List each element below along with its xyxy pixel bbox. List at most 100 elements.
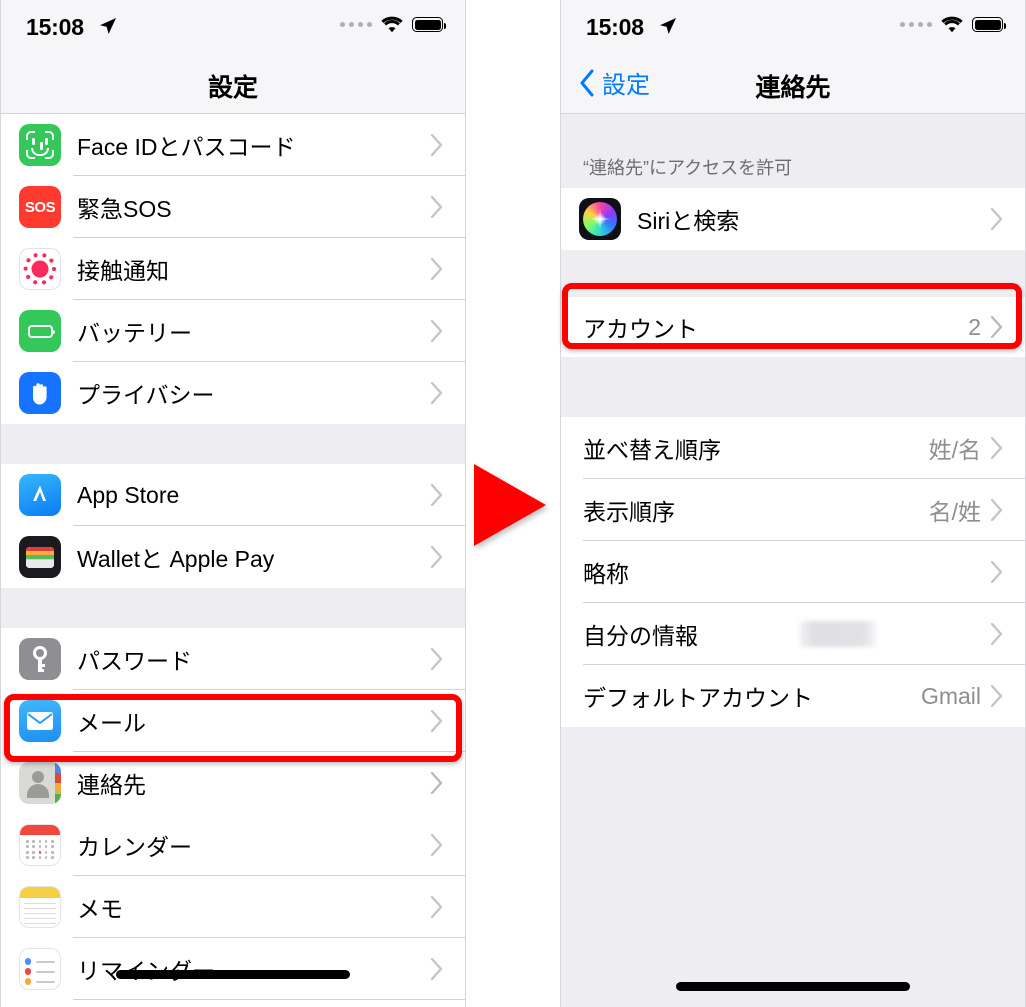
battery-full-icon	[972, 17, 1006, 32]
sidebar-item-emergency-sos[interactable]: SOS 緊急SOS	[1, 176, 465, 238]
app-store-icon	[19, 474, 61, 516]
chevron-right-icon	[430, 545, 443, 569]
page-title: 設定	[207, 74, 258, 102]
chevron-right-icon	[430, 381, 443, 405]
status-time: 15:08	[586, 14, 644, 40]
chevron-right-icon	[990, 684, 1003, 708]
reminders-icon	[19, 948, 61, 990]
battery-icon	[19, 310, 61, 352]
chevron-right-icon	[430, 895, 443, 919]
sidebar-item-app-store[interactable]: App Store	[1, 464, 465, 526]
emergency-sos-icon: SOS	[19, 186, 61, 228]
row-label: 略称	[583, 561, 629, 587]
sidebar-item-reminders[interactable]: リマインダー	[1, 938, 465, 1000]
status-time: 15:08	[26, 14, 84, 40]
row-label: デフォルトアカウント	[583, 685, 813, 711]
sidebar-item-phone[interactable]: 電話 SIMなし	[1, 1000, 465, 1007]
row-sort-order[interactable]: 並べ替え順序 姓/名	[561, 417, 1025, 479]
row-label: Face IDとパスコード	[77, 134, 296, 160]
row-label: 接触通知	[77, 258, 169, 284]
chevron-right-icon	[990, 207, 1003, 231]
status-bar-left: 15:08	[1, 0, 465, 52]
no-signal-dots-icon	[900, 22, 932, 27]
no-signal-dots-icon	[340, 22, 372, 27]
sidebar-item-face-id[interactable]: Face IDとパスコード	[1, 114, 465, 176]
home-indicator	[676, 982, 910, 991]
row-label: 並べ替え順序	[583, 437, 721, 463]
privacy-hand-icon	[19, 372, 61, 414]
sidebar-item-notes[interactable]: メモ	[1, 876, 465, 938]
chevron-right-icon	[990, 498, 1003, 522]
chevron-right-icon	[430, 319, 443, 343]
sidebar-item-exposure-notifications[interactable]: 接触通知	[1, 238, 465, 300]
row-my-info[interactable]: 自分の情報	[561, 603, 1025, 665]
status-icons	[340, 16, 446, 33]
sidebar-item-privacy[interactable]: プライバシー	[1, 362, 465, 424]
row-label: プライバシー	[77, 382, 215, 408]
chevron-right-icon	[430, 133, 443, 157]
home-indicator	[116, 970, 350, 979]
notes-icon	[19, 886, 61, 928]
sidebar-item-calendar[interactable]: カレンダー	[1, 814, 465, 876]
red-right-arrow-icon	[474, 464, 546, 546]
chevron-right-icon	[990, 560, 1003, 584]
row-value: 2	[968, 313, 981, 340]
battery-full-icon	[412, 17, 446, 32]
sidebar-item-mail[interactable]: メール	[1, 690, 465, 752]
row-label: 自分の情報	[583, 623, 698, 649]
chevron-right-icon	[430, 957, 443, 981]
row-label: アカウント	[583, 316, 698, 342]
group-separator	[561, 357, 1025, 417]
row-label: カレンダー	[77, 834, 192, 860]
row-label: パスワード	[77, 648, 192, 674]
row-label: バッテリー	[77, 320, 192, 346]
row-default-account[interactable]: デフォルトアカウント Gmail	[561, 665, 1025, 727]
right-phone-contacts-screen: 15:08 設定 連絡先 “連絡先”にアクセスを許可 Siriと検索 アカウント…	[560, 0, 1026, 1007]
chevron-right-icon	[990, 436, 1003, 460]
location-arrow-icon	[99, 17, 117, 35]
row-short-name[interactable]: 略称	[561, 541, 1025, 603]
row-label: 緊急SOS	[77, 196, 172, 222]
passwords-key-icon	[19, 638, 61, 680]
wallet-icon	[19, 536, 61, 578]
calendar-icon	[19, 824, 61, 866]
contacts-settings-list[interactable]: “連絡先”にアクセスを許可 Siriと検索 アカウント 2 並べ替え順序 姓/名…	[561, 114, 1025, 1007]
chevron-right-icon	[990, 622, 1003, 646]
row-accounts[interactable]: アカウント 2	[561, 297, 1025, 357]
settings-list[interactable]: Face IDとパスコード SOS 緊急SOS 接触通知 バッテリー プライバシ…	[1, 114, 465, 1007]
contacts-icon	[19, 762, 61, 804]
sidebar-item-wallet-apple-pay[interactable]: Walletと Apple Pay	[1, 526, 465, 588]
row-display-order[interactable]: 表示順序 名/姓	[561, 479, 1025, 541]
siri-icon	[579, 198, 621, 240]
row-siri-and-search[interactable]: Siriと検索	[561, 188, 1025, 250]
row-label: メール	[77, 710, 146, 736]
chevron-right-icon	[430, 483, 443, 507]
group-separator	[561, 114, 1025, 150]
screenshot-stage: 15:08 設定 Face IDとパスコード SOS 緊急SOS 接触通知 バッ…	[0, 0, 1026, 1007]
wifi-icon	[941, 16, 963, 33]
row-value: 名/姓	[928, 499, 981, 525]
left-phone-settings-screen: 15:08 設定 Face IDとパスコード SOS 緊急SOS 接触通知 バッ…	[0, 0, 466, 1007]
chevron-right-icon	[430, 257, 443, 281]
chevron-right-icon	[990, 315, 1003, 339]
sidebar-item-contacts[interactable]: 連絡先	[1, 752, 465, 814]
list-bottom-fill	[561, 727, 1025, 1007]
group-separator	[561, 250, 1025, 297]
row-label: 表示順序	[583, 499, 675, 525]
group-separator	[1, 424, 465, 464]
chevron-right-icon	[430, 709, 443, 733]
row-label: Walletと Apple Pay	[77, 546, 275, 572]
nav-bar-left: 設定	[1, 52, 465, 114]
page-title: 連絡先	[755, 74, 831, 102]
chevron-right-icon	[430, 771, 443, 795]
redacted-value	[798, 621, 877, 647]
wifi-icon	[381, 16, 403, 33]
row-label: App Store	[77, 481, 180, 508]
sidebar-item-passwords[interactable]: パスワード	[1, 628, 465, 690]
chevron-right-icon	[430, 647, 443, 671]
face-id-icon	[19, 124, 61, 166]
mail-icon	[19, 700, 61, 742]
status-bar-right: 15:08	[561, 0, 1025, 52]
status-icons	[900, 16, 1006, 33]
sidebar-item-battery[interactable]: バッテリー	[1, 300, 465, 362]
